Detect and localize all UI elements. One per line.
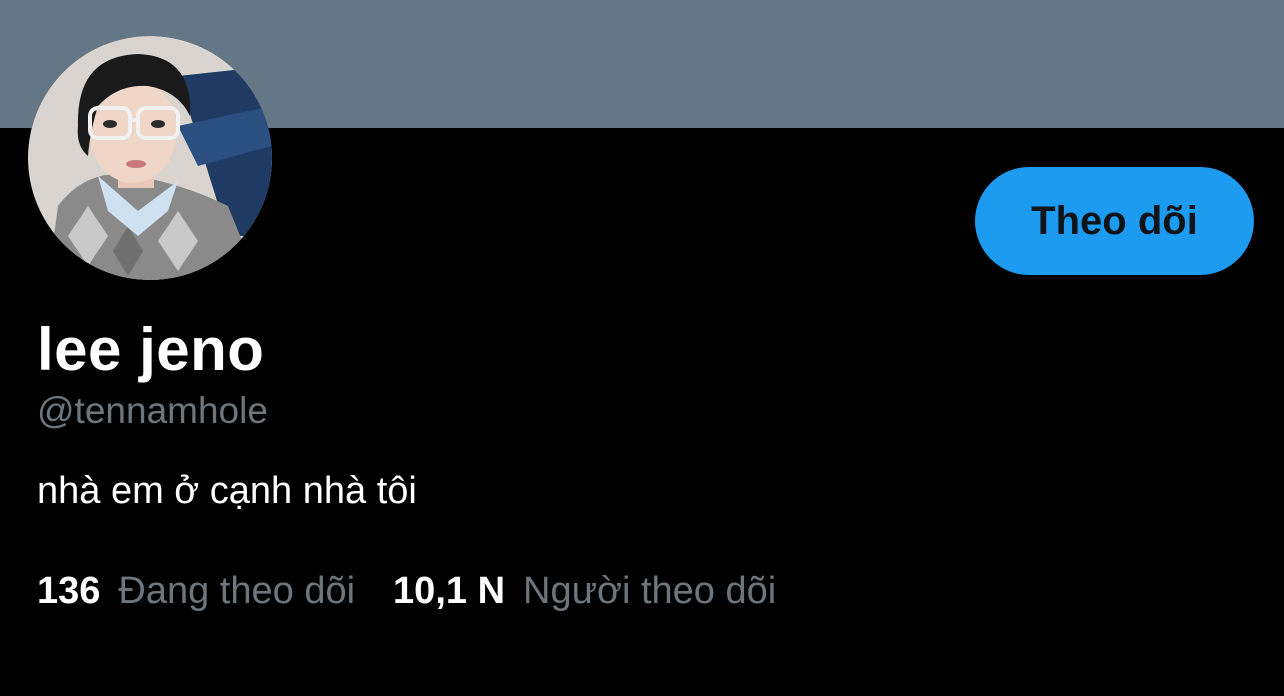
avatar-photo bbox=[28, 36, 272, 280]
followers-count: 10,1 N bbox=[393, 570, 506, 612]
following-link[interactable]: 136 Đang theo dõi bbox=[37, 568, 355, 614]
avatar[interactable] bbox=[28, 36, 272, 280]
followers-label: Người theo dõi bbox=[523, 570, 777, 612]
following-count: 136 bbox=[37, 570, 101, 612]
profile-stats: 136 Đang theo dõi 10,1 N Người theo dõi bbox=[37, 568, 814, 614]
followers-link[interactable]: 10,1 N Người theo dõi bbox=[393, 568, 776, 614]
username-handle: @tennamhole bbox=[37, 390, 268, 431]
display-name: lee jeno bbox=[37, 316, 265, 383]
follow-button[interactable]: Theo dõi bbox=[975, 167, 1254, 275]
bio-text: nhà em ở cạnh nhà tôi bbox=[37, 470, 417, 512]
following-label: Đang theo dõi bbox=[118, 570, 356, 612]
